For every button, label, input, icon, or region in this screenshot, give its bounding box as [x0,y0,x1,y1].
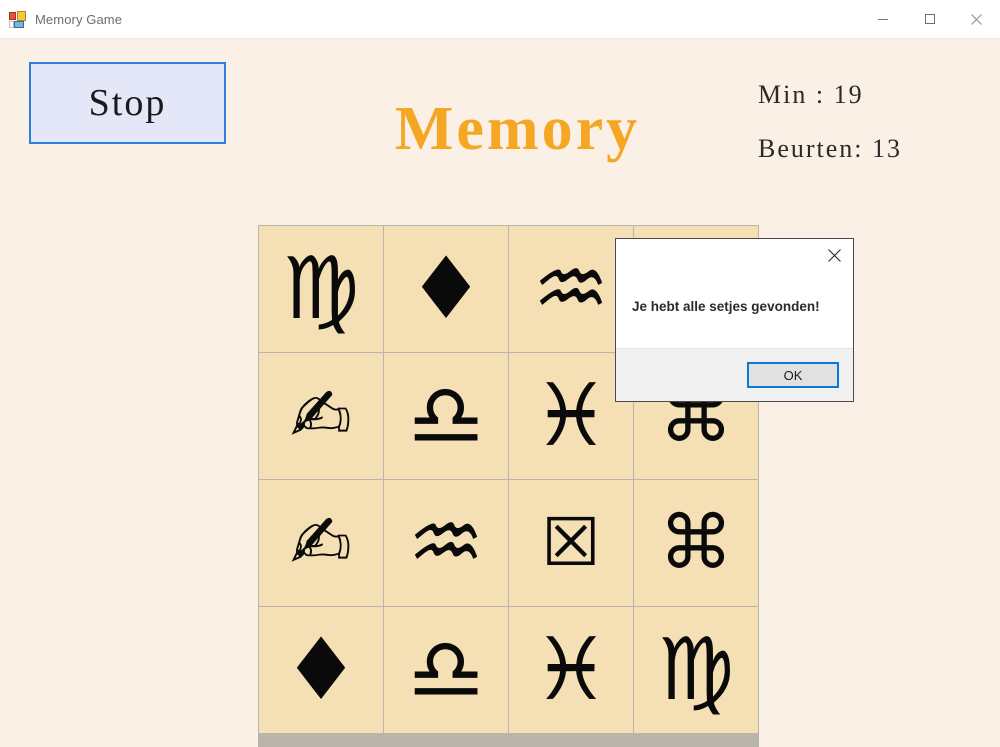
virgo-icon: ♍ [657,620,735,720]
place-of-interest-icon: ⌘ [659,500,733,586]
stop-button[interactable]: Stop [29,62,226,144]
minimize-icon [877,19,888,20]
app-icon-yellow-square [17,10,26,21]
memory-card-14[interactable]: ♎ [384,607,509,734]
memory-card-11[interactable]: ☒ [509,480,634,607]
completion-dialog: Je hebt alle setjes gevonden! OK [615,238,854,402]
minutes-label: Min : 19 [758,80,864,109]
score-panel: Min : 19 Beurten: 13 [758,80,988,188]
dialog-footer: OK [616,348,853,401]
virgo-icon: ♍ [282,239,360,339]
windows-forms-app-icon [9,10,26,28]
dialog-close-button[interactable] [819,242,849,268]
libra-icon: ♎ [407,620,485,720]
aquarius-icon: ♒ [407,493,485,593]
ballot-box-with-x-icon: ☒ [541,504,601,581]
aquarius-icon: ♒ [532,239,610,339]
memory-card-16[interactable]: ♍ [634,607,759,734]
memory-card-12[interactable]: ⌘ [634,480,759,607]
stop-button-label: Stop [88,82,167,124]
turns-label: Beurten: 13 [758,134,903,163]
memory-card-5[interactable]: ✍ [259,353,384,480]
window-title-bar: Memory Game [0,0,1000,39]
page-title: Memory [394,95,641,163]
pisces-icon: ♓ [532,620,610,720]
minimize-button[interactable] [859,0,906,38]
writing-hand-icon: ✍ [289,500,352,586]
dialog-body: Je hebt alle setjes gevonden! [616,273,853,348]
app-icon-blue-square [14,20,24,28]
maximize-icon [924,14,935,24]
dialog-title-bar [616,239,853,273]
memory-card-6[interactable]: ♎ [384,353,509,480]
memory-card-13[interactable]: ♦ [259,607,384,734]
pisces-icon: ♓ [532,366,610,466]
diamond-icon: ♦ [282,620,360,720]
memory-card-9[interactable]: ✍ [259,480,384,607]
dialog-message: Je hebt alle setjes gevonden! [632,299,820,314]
memory-card-2[interactable]: ♦ [384,226,509,353]
window-controls [859,0,1000,38]
close-button[interactable] [953,0,1000,38]
app-icon-red-square [9,11,16,20]
memory-card-10[interactable]: ♒ [384,480,509,607]
diamond-icon: ♦ [407,239,485,339]
memory-card-15[interactable]: ♓ [509,607,634,734]
maximize-button[interactable] [906,0,953,38]
application-window: Memory Game Stop Memory Min: 19 Beurten… [0,0,1000,747]
close-icon [827,248,841,262]
close-icon [971,13,982,25]
libra-icon: ♎ [407,366,485,466]
window-title: Memory Game [35,11,123,27]
dialog-ok-button[interactable]: OK [747,362,839,388]
writing-hand-icon: ✍ [289,373,352,459]
memory-card-1[interactable]: ♍ [259,226,384,353]
